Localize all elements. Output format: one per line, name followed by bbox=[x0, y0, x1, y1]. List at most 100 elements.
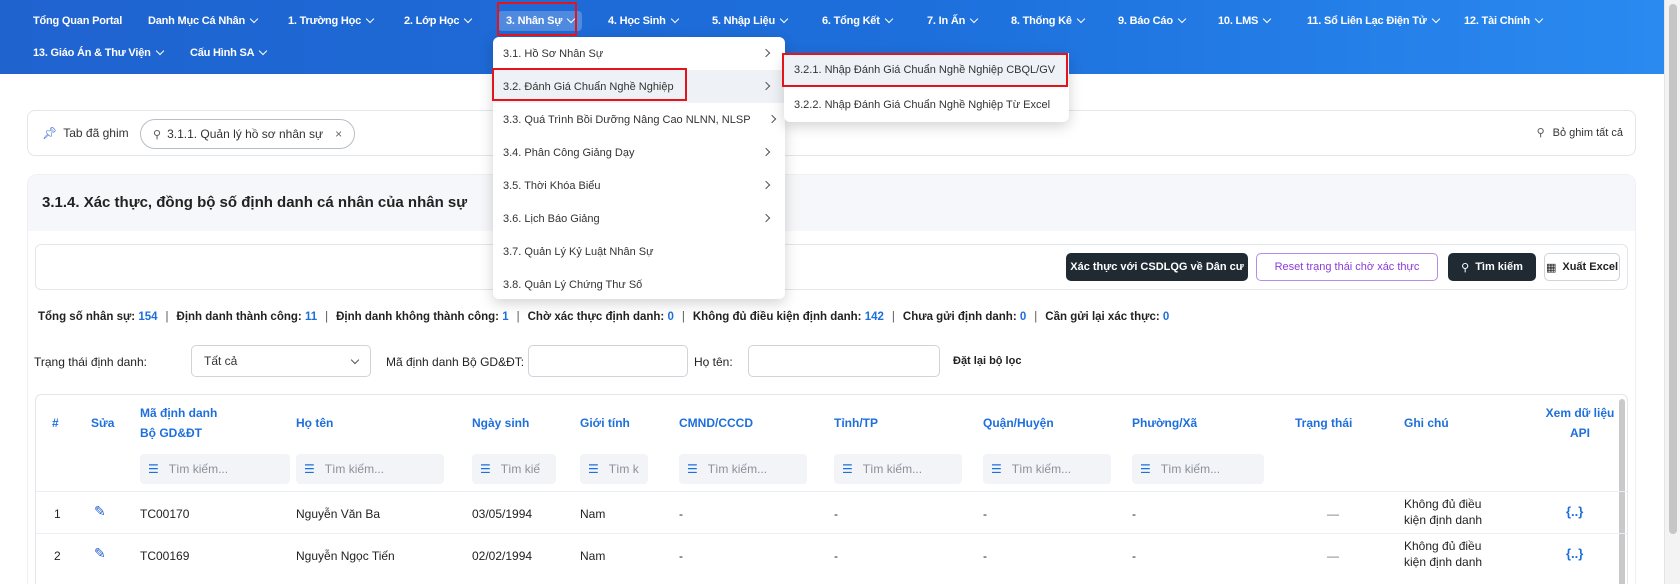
chevron-right-icon bbox=[761, 48, 771, 58]
nav-item-personnel[interactable]: 3. Nhân Sự bbox=[498, 11, 583, 31]
code-input[interactable] bbox=[528, 345, 688, 377]
nav-item-summary[interactable]: 6. Tổng Kết bbox=[822, 11, 893, 31]
pinned-tab-chip[interactable]: ⚲ 3.1.1. Quản lý hồ sơ nhân sự × bbox=[140, 119, 356, 149]
menu-item-3-3[interactable]: 3.3. Quá Trình Bồi Dưỡng Nâng Cao NLNN, … bbox=[493, 103, 785, 136]
nav-item-data-entry[interactable]: 5. Nhập Liệu bbox=[712, 11, 789, 31]
menu-item-3-4[interactable]: 3.4. Phân Công Giảng Dạy bbox=[493, 136, 785, 169]
nav-item-school[interactable]: 1. Trường Học bbox=[288, 11, 375, 31]
nav-item-class[interactable]: 2. Lớp Học bbox=[404, 11, 473, 31]
submenu-item-3-2-2[interactable]: 3.2.2. Nhập Đánh Giá Chuẩn Nghề Nghiệp T… bbox=[784, 88, 1069, 121]
view-api-data-link[interactable]: {..} bbox=[1566, 546, 1583, 561]
nav-item-label: 5. Nhập Liệu bbox=[712, 15, 775, 27]
nav-item-label: 4. Học Sinh bbox=[608, 15, 666, 27]
idcard-column-filter[interactable]: ☰ Tìm kiếm... bbox=[679, 454, 807, 484]
filter-icon: ☰ bbox=[991, 462, 1002, 476]
chevron-down-icon bbox=[1534, 14, 1544, 24]
stat-value: 1 bbox=[502, 311, 509, 323]
status-select-value: Tất cả bbox=[204, 354, 238, 368]
menu-item-3-5[interactable]: 3.5. Thời Khóa Biểu bbox=[493, 169, 785, 202]
cell-note: Không đủ điều kiện định danh bbox=[1404, 496, 1482, 528]
stat-label: Cần gửi lại xác thực: bbox=[1045, 311, 1160, 323]
nav-item-personal[interactable]: Danh Mục Cá Nhân bbox=[148, 11, 259, 31]
view-api-data-link[interactable]: {..} bbox=[1566, 504, 1583, 519]
menu-item-label: 3.5. Thời Khóa Biểu bbox=[503, 179, 601, 192]
submenu-item-3-2-1[interactable]: 3.2.1. Nhập Đánh Giá Chuẩn Nghề Nghiệp C… bbox=[784, 53, 1069, 86]
pinned-tabs-text: Tab đã ghim bbox=[63, 126, 129, 140]
code-column-filter[interactable]: ☰ Tìm kiếm... bbox=[140, 454, 290, 484]
nav-item-overview[interactable]: Tổng Quan Portal bbox=[33, 11, 122, 31]
panel-header: 3.1.4. Xác thực, đồng bộ số định danh cá… bbox=[28, 175, 1635, 231]
stat-separator: | bbox=[325, 311, 329, 323]
col-header-status[interactable]: Trạng thái bbox=[1295, 413, 1352, 433]
unpin-all-button[interactable]: ⚲ Bỏ ghim tất cả bbox=[1536, 126, 1623, 140]
stat-value: 0 bbox=[1019, 311, 1027, 323]
name-input[interactable] bbox=[748, 345, 940, 377]
close-icon[interactable]: × bbox=[335, 127, 342, 141]
nav-item-student[interactable]: 4. Học Sinh bbox=[608, 11, 679, 31]
filter-placeholder: Tìm kiếm... bbox=[168, 462, 229, 476]
verify-population-db-button[interactable]: Xác thực với CSDLQG về Dân cư bbox=[1066, 253, 1248, 281]
export-excel-button[interactable]: ▦ Xuất Excel bbox=[1544, 253, 1620, 281]
nav-item-label: Cấu Hình SA bbox=[190, 47, 255, 59]
nav-item-label: 6. Tổng Kết bbox=[822, 15, 880, 27]
menu-item-3-8[interactable]: 3.8. Quản Lý Chứng Thư Số bbox=[493, 268, 785, 301]
chevron-right-icon bbox=[761, 147, 771, 157]
menu-item-label: 3.6. Lịch Báo Giảng bbox=[503, 212, 600, 225]
menu-item-3-2[interactable]: 3.2. Đánh Giá Chuẩn Nghề Nghiệp bbox=[493, 70, 785, 103]
nav-item-label: 7. In Ấn bbox=[927, 15, 966, 27]
ward-column-filter[interactable]: ☰ Tìm kiếm... bbox=[1132, 454, 1264, 484]
page-scrollbar[interactable] bbox=[1664, 0, 1680, 584]
cell-index: 2 bbox=[54, 549, 61, 563]
col-header-api: Xem dữ liệu API bbox=[1540, 403, 1620, 443]
edit-pencil-icon[interactable]: ✎ bbox=[94, 503, 106, 520]
standards-submenu: 3.2.1. Nhập Đánh Giá Chuẩn Nghề Nghiệp C… bbox=[784, 53, 1069, 122]
chevron-down-icon bbox=[566, 14, 576, 24]
gender-column-filter[interactable]: ☰ Tìm k bbox=[580, 454, 648, 484]
action-toolbar: Xác thực với CSDLQG về Dân cư Reset trạn… bbox=[35, 244, 1628, 290]
nav-item-lesson-library[interactable]: 13. Giáo Án & Thư Viện bbox=[33, 43, 164, 63]
org-chart-icon: ⚲ bbox=[153, 128, 162, 141]
col-header-gender[interactable]: Giới tính bbox=[580, 413, 630, 433]
menu-item-3-6[interactable]: 3.6. Lịch Báo Giảng bbox=[493, 202, 785, 235]
name-column-filter[interactable]: ☰ Tìm kiếm... bbox=[296, 454, 444, 484]
filter-placeholder: Tìm kiếm... bbox=[324, 462, 385, 476]
nav-item-statistics[interactable]: 8. Thống Kê bbox=[1011, 11, 1085, 31]
col-header-province[interactable]: Tỉnh/TP bbox=[834, 413, 878, 433]
nav-item-label: 3. Nhân Sự bbox=[506, 15, 563, 27]
nav-item-finance[interactable]: 12. Tài Chính bbox=[1464, 11, 1544, 31]
province-column-filter[interactable]: ☰ Tìm kiếm... bbox=[834, 454, 962, 484]
nav-item-sa-config[interactable]: Cấu Hình SA bbox=[190, 43, 268, 63]
menu-item-3-1[interactable]: 3.1. Hồ Sơ Nhân Sự bbox=[493, 37, 785, 70]
stat-label: Chưa gửi định danh: bbox=[902, 311, 1017, 323]
col-header-note[interactable]: Ghi chú bbox=[1404, 413, 1449, 433]
cell-dob: 02/02/1994 bbox=[472, 549, 533, 563]
menu-item-3-7[interactable]: 3.7. Quản Lý Kỷ Luật Nhân Sự bbox=[493, 235, 785, 268]
cell-gender: Nam bbox=[580, 507, 606, 521]
col-header-idcard[interactable]: CMND/CCCD bbox=[679, 413, 753, 433]
cell-code: TC00169 bbox=[140, 549, 190, 563]
edit-pencil-icon[interactable]: ✎ bbox=[94, 545, 106, 562]
unpin-icon: ⚲ bbox=[1536, 127, 1545, 139]
col-header-dob[interactable]: Ngày sinh bbox=[472, 413, 529, 433]
stats-bar: Tổng số nhân sự: 154 | Định danh thành côn… bbox=[38, 311, 1169, 323]
nav-item-e-contact[interactable]: 11. Sổ Liên Lạc Điện Tử bbox=[1307, 11, 1440, 31]
filter-placeholder: Tìm k bbox=[608, 462, 639, 476]
col-header-district[interactable]: Quận/Huyện bbox=[983, 413, 1054, 433]
scrollbar-thumb[interactable] bbox=[1669, 4, 1677, 534]
reset-filter-button[interactable]: Đặt lại bộ lọc bbox=[953, 355, 1021, 367]
cell-name: Nguyễn Ngọc Tiến bbox=[296, 549, 395, 563]
col-header-code[interactable]: Mã định danh Bộ GD&ĐT bbox=[140, 403, 217, 443]
col-header-ward[interactable]: Phường/Xã bbox=[1132, 413, 1197, 433]
nav-item-lms[interactable]: 10. LMS bbox=[1218, 11, 1272, 31]
reset-pending-button[interactable]: Reset trạng thái chờ xác thực bbox=[1256, 253, 1438, 281]
district-column-filter[interactable]: ☰ Tìm kiếm... bbox=[983, 454, 1111, 484]
nav-item-report[interactable]: 9. Báo Cáo bbox=[1118, 11, 1187, 31]
chevron-right-icon bbox=[761, 180, 771, 190]
col-header-name[interactable]: Họ tên bbox=[296, 413, 333, 433]
chevron-down-icon bbox=[464, 14, 473, 24]
header-line: API bbox=[1569, 426, 1590, 440]
status-select[interactable]: Tất cả bbox=[191, 345, 371, 377]
dob-column-filter[interactable]: ☰ Tìm kiế bbox=[472, 454, 556, 484]
nav-item-print[interactable]: 7. In Ấn bbox=[927, 11, 979, 31]
search-button[interactable]: ⚲ Tìm kiếm bbox=[1448, 253, 1536, 281]
